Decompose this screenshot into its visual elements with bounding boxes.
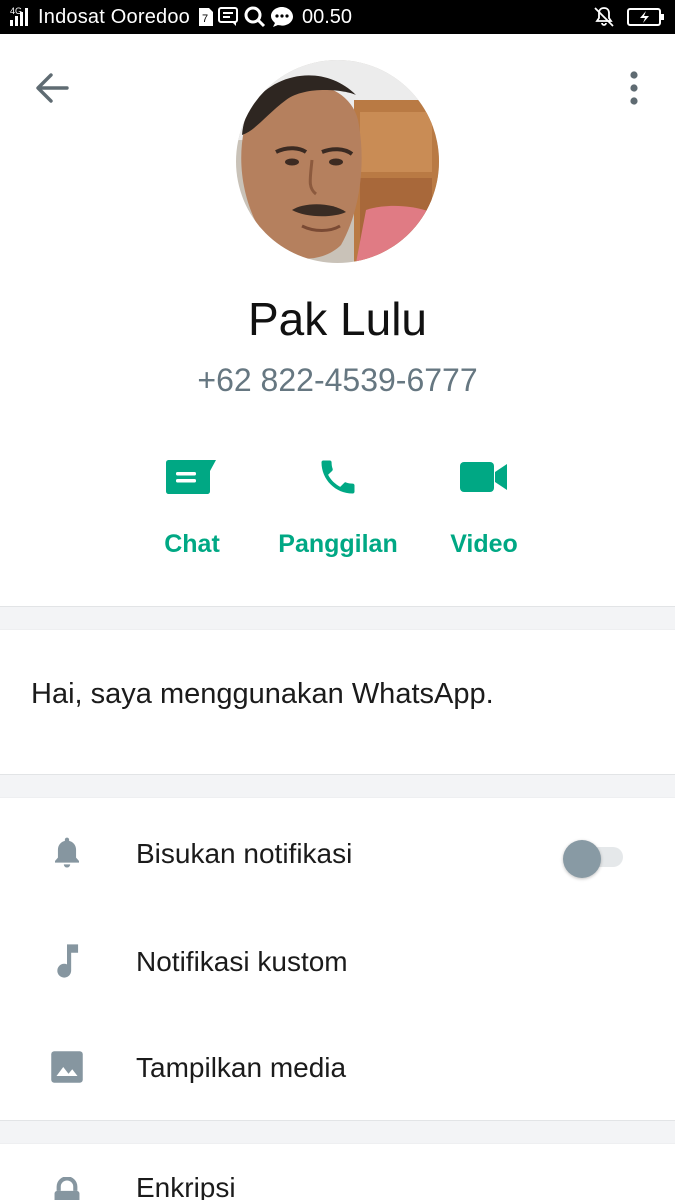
carrier-name: Indosat Ooredoo bbox=[38, 5, 190, 28]
phone-icon bbox=[268, 452, 408, 502]
image-icon bbox=[40, 1044, 94, 1090]
back-button[interactable] bbox=[28, 66, 76, 114]
bell-icon bbox=[40, 830, 94, 876]
contact-name: Pak Lulu bbox=[247, 293, 427, 345]
arrow-left-icon bbox=[35, 72, 69, 108]
chat-bubble-icon bbox=[270, 6, 294, 28]
video-label: Video bbox=[450, 530, 518, 558]
contact-phone: +62 822-4539-6777 bbox=[197, 362, 478, 398]
encryption-row[interactable]: Enkripsi bbox=[0, 1144, 675, 1200]
encryption-section: Enkripsi bbox=[0, 1144, 675, 1200]
status-bar-left: 4G Indosat Ooredoo 7 00.50 bbox=[8, 0, 352, 34]
signal-icon: 4G bbox=[8, 5, 34, 29]
chat-icon bbox=[122, 452, 262, 502]
more-options-button[interactable] bbox=[612, 66, 656, 114]
encryption-label: Enkripsi bbox=[136, 1172, 236, 1200]
video-call-button[interactable]: Video bbox=[414, 452, 554, 562]
about-text: Hai, saya menggunakan WhatsApp. bbox=[31, 678, 494, 710]
contact-avatar[interactable] bbox=[236, 60, 439, 263]
chat-label: Chat bbox=[164, 530, 220, 558]
lock-icon bbox=[40, 1172, 94, 1200]
section-divider bbox=[0, 1120, 675, 1144]
custom-notifications-label: Notifikasi kustom bbox=[136, 946, 348, 977]
status-bar: 4G Indosat Ooredoo 7 00.50 bbox=[0, 0, 675, 34]
music-note-icon bbox=[40, 938, 94, 984]
status-bar-right bbox=[593, 0, 665, 34]
about-section[interactable]: Hai, saya menggunakan WhatsApp. bbox=[0, 632, 675, 774]
sim-icon: 7 bbox=[198, 7, 214, 27]
search-icon bbox=[244, 6, 266, 28]
clock: 00.50 bbox=[302, 5, 353, 28]
call-button[interactable]: Panggilan bbox=[268, 452, 408, 562]
mute-notifications-label: Bisukan notifikasi bbox=[136, 838, 353, 869]
action-buttons: Chat Panggilan Video bbox=[0, 452, 675, 562]
message-icon bbox=[218, 7, 240, 27]
call-label: Panggilan bbox=[278, 530, 398, 558]
notification-settings: Bisukan notifikasi Notifikasi kustom Tam… bbox=[0, 798, 675, 1120]
custom-notifications-row[interactable]: Notifikasi kustom bbox=[0, 908, 675, 1014]
media-visibility-row[interactable]: Tampilkan media bbox=[0, 1014, 675, 1120]
battery-charging-icon bbox=[627, 7, 665, 27]
more-vertical-icon bbox=[628, 70, 640, 110]
mute-notifications-toggle[interactable] bbox=[563, 840, 625, 878]
svg-text:7: 7 bbox=[202, 13, 208, 25]
contact-header: Pak Lulu +62 822-4539-6777 Chat Panggila… bbox=[0, 34, 675, 606]
video-camera-icon bbox=[414, 452, 554, 502]
toggle-knob bbox=[563, 840, 601, 878]
notifications-off-icon bbox=[593, 6, 615, 28]
mute-notifications-row[interactable]: Bisukan notifikasi bbox=[0, 800, 675, 906]
section-divider bbox=[0, 606, 675, 630]
media-visibility-label: Tampilkan media bbox=[136, 1052, 347, 1083]
chat-button[interactable]: Chat bbox=[122, 452, 262, 562]
section-divider bbox=[0, 774, 675, 798]
